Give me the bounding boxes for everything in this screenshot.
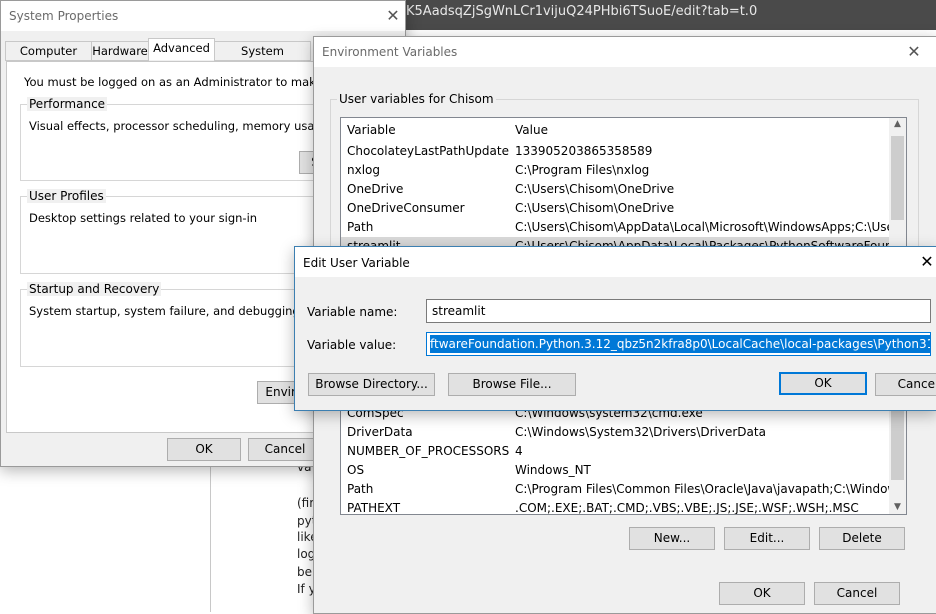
variable-value-cell: C:\Users\Chisom\OneDrive xyxy=(515,182,675,196)
startup-recovery-label: Startup and Recovery xyxy=(27,282,162,296)
variable-value-cell: .COM;.EXE;.BAT;.CMD;.VBS;.VBE;.JS;.JSE;.… xyxy=(515,501,859,515)
ok-button[interactable]: OK xyxy=(719,582,805,605)
tab-system-protection[interactable]: System Protection xyxy=(214,41,311,76)
variable-name-cell: OS xyxy=(347,463,365,477)
scrollbar-thumb[interactable] xyxy=(891,410,904,480)
variable-value-cell: 133905203865358589 xyxy=(515,144,653,158)
variable-value-cell: C:\Users\Chisom\AppData\Local\Microsoft\… xyxy=(515,220,907,234)
variable-name-cell: NUMBER_OF_PROCESSORS xyxy=(347,444,510,458)
variable-name-value: streamlit xyxy=(432,304,486,318)
doc-text-line: be xyxy=(297,565,312,579)
environment-variables-titlebar[interactable]: Environment Variables ✕ xyxy=(314,37,936,67)
variable-name-input[interactable]: streamlit xyxy=(426,299,931,323)
system-variable-row[interactable]: Path C:\Program Files\Common Files\Oracl… xyxy=(341,480,906,499)
variable-name-cell: nxlog xyxy=(347,163,380,177)
user-profiles-label: User Profiles xyxy=(27,189,106,203)
user-variables-label: User variables for Chisom xyxy=(337,92,496,106)
vertical-scrollbar[interactable]: ▼ xyxy=(889,406,906,514)
variable-name-cell: Path xyxy=(347,482,374,496)
tab-computer-name[interactable]: Computer Name xyxy=(5,41,92,76)
variable-value-input[interactable]: ftwareFoundation.Python.3.12_qbz5n2kfra8… xyxy=(426,332,931,356)
variable-value-selected-text: ftwareFoundation.Python.3.12_qbz5n2kfra8… xyxy=(430,335,930,353)
user-profiles-desc: Desktop settings related to your sign-in xyxy=(29,211,258,225)
cancel-button[interactable]: Cancel xyxy=(248,438,322,461)
cancel-button[interactable]: Cancel xyxy=(875,373,936,396)
browser-url-text: K5AadsqZjSgWnLCr1vijuQ24PHbi6TSuoE/edit?… xyxy=(406,4,758,19)
variable-value-cell: C:\Program Files\Common Files\Oracle\Jav… xyxy=(515,482,907,496)
edit-user-variable-titlebar[interactable]: Edit User Variable ✕ xyxy=(295,247,936,277)
edit-user-variable-dialog: Edit User Variable ✕ Variable name: stre… xyxy=(294,246,936,411)
scrollbar-thumb[interactable] xyxy=(891,136,904,220)
variable-value-cell: C:\Program Files\nxlog xyxy=(515,163,650,177)
performance-label: Performance xyxy=(27,97,108,111)
window-title: System Properties xyxy=(9,9,119,23)
system-properties-titlebar[interactable]: System Properties ✕ xyxy=(1,1,405,31)
vertical-scrollbar[interactable]: ▲ xyxy=(889,118,906,248)
variable-name-cell: ChocolateyLastPathUpdate xyxy=(347,144,509,158)
variable-name-cell: Path xyxy=(347,220,374,234)
tab-advanced[interactable]: Advanced xyxy=(148,38,215,60)
user-variable-row[interactable]: Path C:\Users\Chisom\AppData\Local\Micro… xyxy=(341,218,906,237)
document-margin-line xyxy=(210,466,211,612)
window-title: Environment Variables xyxy=(322,45,458,59)
variable-name-label: Variable name: xyxy=(307,305,398,319)
system-variable-row[interactable]: DriverData C:\Windows\System32\Drivers\D… xyxy=(341,423,906,442)
close-icon[interactable]: ✕ xyxy=(383,6,403,26)
system-variable-row[interactable]: NUMBER_OF_PROCESSORS 4 xyxy=(341,442,906,461)
doc-text-line: (fir xyxy=(297,496,315,510)
variable-value-label: Variable value: xyxy=(307,338,397,352)
tab-hardware[interactable]: Hardware xyxy=(91,41,149,61)
system-variables-list[interactable]: ComSpec C:\Windows\system32\cmd.exe Driv… xyxy=(340,405,907,515)
browse-file-button[interactable]: Browse File... xyxy=(448,373,576,396)
variable-value-cell: 4 xyxy=(515,444,523,458)
ok-button[interactable]: OK xyxy=(779,372,867,395)
variable-name-cell: DriverData xyxy=(347,425,413,439)
system-variable-row[interactable]: OS Windows_NT xyxy=(341,461,906,480)
cancel-button[interactable]: Cancel xyxy=(814,582,900,605)
window-title: Edit User Variable xyxy=(303,256,410,270)
user-variable-row[interactable]: nxlog C:\Program Files\nxlog xyxy=(341,161,906,180)
edit-system-variable-button[interactable]: Edit... xyxy=(724,527,810,550)
variable-value-cell: C:\Windows\System32\Drivers\DriverData xyxy=(515,425,766,439)
browse-directory-button[interactable]: Browse Directory... xyxy=(308,373,435,396)
variable-value-cell: C:\Users\Chisom\OneDrive xyxy=(515,201,675,215)
user-variable-row[interactable]: OneDrive C:\Users\Chisom\OneDrive xyxy=(341,180,906,199)
user-variable-row[interactable]: OneDriveConsumer C:\Users\Chisom\OneDriv… xyxy=(341,199,906,218)
scroll-up-icon[interactable]: ▲ xyxy=(889,119,906,129)
column-header-variable[interactable]: Variable xyxy=(347,123,396,137)
user-variable-row[interactable]: ChocolateyLastPathUpdate 133905203865358… xyxy=(341,142,906,161)
close-icon[interactable]: ✕ xyxy=(917,252,936,272)
variable-name-cell: PATHEXT xyxy=(347,501,401,515)
scroll-down-icon[interactable]: ▼ xyxy=(889,502,906,512)
ok-button[interactable]: OK xyxy=(167,438,241,461)
variable-name-cell: OneDrive xyxy=(347,182,404,196)
system-variable-row[interactable]: PATHEXT .COM;.EXE;.BAT;.CMD;.VBS;.VBE;.J… xyxy=(341,499,906,515)
column-header-value[interactable]: Value xyxy=(515,123,548,137)
list-header: Variable Value xyxy=(341,118,906,140)
variable-name-cell: OneDriveConsumer xyxy=(347,201,465,215)
delete-system-variable-button[interactable]: Delete xyxy=(819,527,905,550)
variable-value-cell: Windows_NT xyxy=(515,463,591,477)
close-icon[interactable]: ✕ xyxy=(904,42,924,62)
user-variables-list[interactable]: Variable Value ChocolateyLastPathUpdate … xyxy=(340,117,907,249)
new-system-variable-button[interactable]: New... xyxy=(629,527,715,550)
